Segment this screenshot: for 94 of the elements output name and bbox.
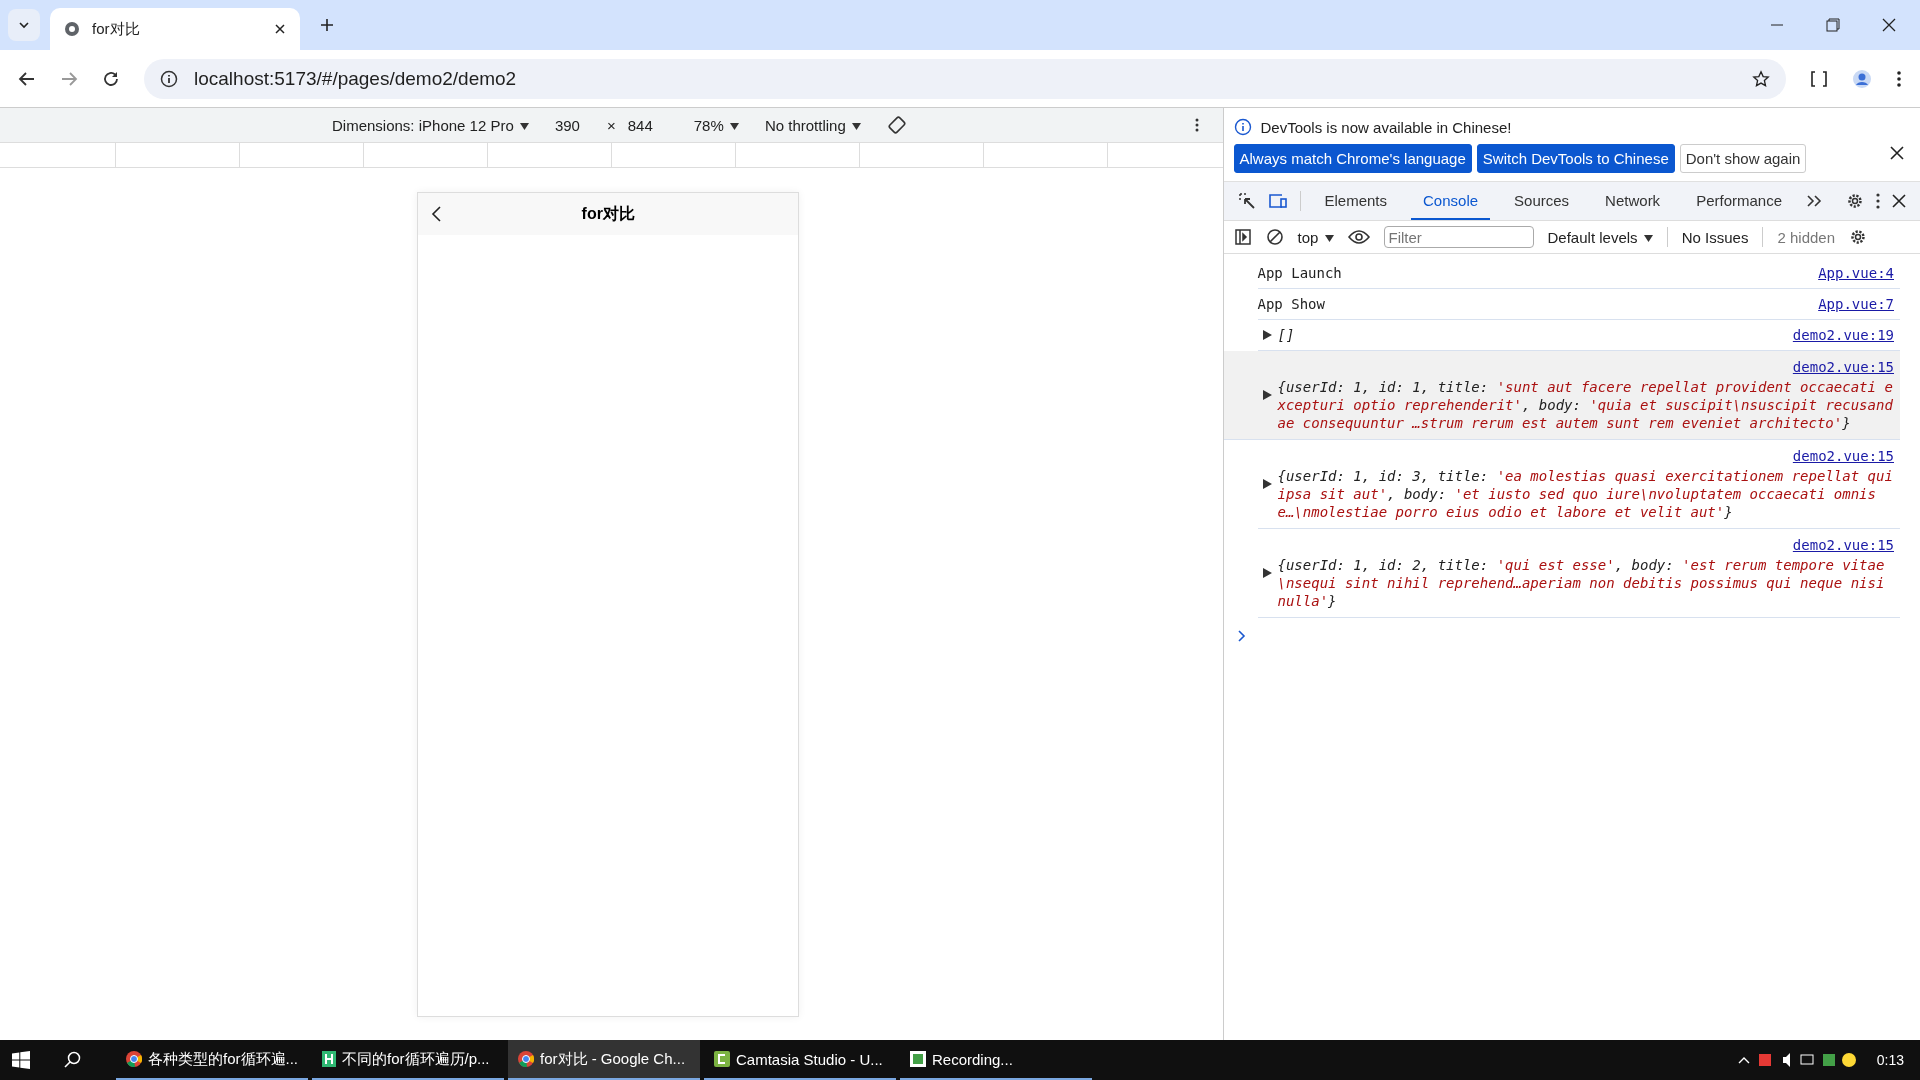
close-icon[interactable] — [1892, 194, 1906, 208]
devtools-tab[interactable]: Network — [1593, 182, 1673, 220]
log-line: nulla'} — [1277, 592, 1338, 610]
inspect-icon[interactable] — [1237, 192, 1256, 210]
height-field[interactable]: 844 — [627, 116, 668, 134]
context-dropdown[interactable]: top — [1297, 228, 1334, 246]
zoom-dropdown[interactable]: 78% — [693, 116, 739, 134]
back-icon[interactable] — [430, 205, 443, 223]
notice-text: DevTools is now available in Chinese! — [1260, 118, 1512, 136]
expand-icon[interactable] — [1262, 390, 1272, 400]
page-title: for对比 — [581, 203, 635, 224]
throttling-dropdown[interactable]: No throttling — [764, 116, 861, 134]
source-link[interactable]: App.vue:4 — [1818, 265, 1894, 281]
times-sign: × — [606, 116, 616, 134]
settings-icon[interactable] — [1849, 228, 1867, 246]
settings-icon[interactable] — [1846, 192, 1864, 210]
filter-field[interactable]: Filter — [1383, 226, 1534, 248]
taskbar-item[interactable]: Camtasia Studio - U... — [704, 1040, 896, 1080]
notice-button[interactable]: Always match Chrome's language — [1233, 144, 1472, 173]
width-field[interactable]: 390 — [554, 116, 595, 134]
rotate-icon[interactable] — [886, 115, 907, 135]
prompt-icon[interactable] — [1237, 630, 1246, 642]
log-line: [] — [1277, 327, 1296, 343]
levels-dropdown[interactable]: Default levels — [1547, 228, 1653, 246]
info-icon — [160, 69, 178, 88]
restore-icon[interactable] — [1826, 18, 1840, 32]
profile-icon[interactable] — [1852, 68, 1872, 89]
source-link[interactable]: demo2.vue:19 — [1792, 327, 1894, 343]
log-line: {userId: 1, id: 3, title: 'ea molestias quasi exercitationem repellat qui — [1277, 467, 1894, 485]
log-line: ipsa sit aut', body: 'et iusto sed quo iure\nvoluptatem occaecati omnis — [1277, 485, 1877, 503]
source-link[interactable]: demo2.vue:15 — [1792, 358, 1894, 376]
caret-icon — [729, 123, 739, 131]
caret-icon — [851, 123, 861, 131]
caret-icon — [1324, 235, 1334, 243]
taskbar-item[interactable]: Recording... — [900, 1040, 1092, 1080]
info-icon — [1233, 118, 1252, 136]
star-icon[interactable] — [1752, 69, 1770, 88]
chevron-icon — [18, 19, 30, 31]
expand-icon[interactable] — [1262, 479, 1272, 489]
taskbar-item[interactable]: 各种类型的for循环遍... — [116, 1040, 308, 1080]
more-icon[interactable] — [1876, 193, 1880, 209]
log-line: {userId: 1, id: 2, title: 'qui est esse', body: 'est rerum tempore vitae — [1277, 556, 1886, 574]
eye-icon[interactable] — [1347, 230, 1370, 244]
more-tabs-icon[interactable] — [1806, 194, 1822, 208]
forward-icon[interactable] — [60, 69, 78, 88]
recorder-icon — [910, 1051, 926, 1067]
app-logo-icon — [714, 1051, 730, 1067]
back-icon[interactable] — [18, 69, 36, 88]
log-line: ae consequuntur …strum rerum est autem sunt rem eveniet architecto'} — [1277, 414, 1852, 432]
clock[interactable]: 0:13 — [1876, 1052, 1904, 1068]
close-icon[interactable] — [274, 23, 286, 35]
log-line: \nsequi sint nihil reprehend…aperiam non debitis possimus qui neque nisi — [1277, 574, 1886, 592]
hidden-count: 2 hidden — [1777, 228, 1835, 246]
source-link[interactable]: App.vue:7 — [1818, 296, 1894, 312]
devtools-tab[interactable]: Sources — [1502, 182, 1582, 220]
issues-label[interactable]: No Issues — [1681, 228, 1749, 246]
taskbar-item[interactable]: 不同的for循环遍历/p... — [312, 1040, 504, 1080]
log-line: e…\nmolestiae porro eius odio et labore et velit aut'} — [1277, 503, 1734, 521]
menu-icon[interactable] — [1896, 69, 1902, 88]
reload-icon[interactable] — [102, 69, 120, 88]
log-line: App Show — [1257, 296, 1326, 312]
devtools-tab[interactable]: Elements — [1312, 182, 1400, 220]
expand-icon[interactable] — [1262, 330, 1272, 340]
browser-logo-icon — [126, 1051, 142, 1067]
close-icon[interactable] — [1890, 146, 1904, 160]
log-line: App Launch — [1257, 265, 1343, 281]
close-icon[interactable] — [1882, 18, 1896, 32]
sidebar-toggle-icon[interactable] — [1233, 228, 1252, 246]
browser-tab[interactable]: for对比 — [50, 8, 300, 50]
log-line: xcepturi optio reprehenderit', body: 'quia et suscipit\nsuscipit recusand — [1277, 396, 1894, 414]
h-logo-icon — [322, 1051, 336, 1067]
sidebar-icon[interactable] — [1810, 69, 1828, 88]
clear-icon[interactable] — [1265, 228, 1284, 246]
windows-logo-icon[interactable] — [12, 1051, 30, 1069]
device-toggle-icon[interactable] — [1267, 192, 1288, 210]
more-icon[interactable] — [1194, 118, 1199, 132]
caret-icon — [1643, 235, 1653, 243]
browser-logo-icon — [518, 1051, 534, 1067]
expand-icon[interactable] — [1262, 568, 1272, 578]
devtools-tab[interactable]: Console — [1411, 182, 1491, 220]
notice-button[interactable]: Switch DevTools to Chinese — [1476, 144, 1675, 173]
log-line: {userId: 1, id: 1, title: 'sunt aut facere repellat provident occaecati e — [1277, 378, 1894, 396]
address-field[interactable]: localhost:5173/#/pages/demo2/demo2 — [144, 58, 1786, 99]
notice-button[interactable]: Don't show again — [1679, 144, 1807, 173]
device-dropdown[interactable]: Dimensions: iPhone 12 Pro — [332, 116, 529, 134]
tab-search-button[interactable] — [8, 9, 40, 41]
source-link[interactable]: demo2.vue:15 — [1792, 447, 1894, 465]
source-link[interactable]: demo2.vue:15 — [1792, 536, 1894, 554]
devtools-tab[interactable]: Performance — [1684, 182, 1794, 220]
taskbar-item[interactable]: for对比 - Google Ch... — [508, 1040, 700, 1080]
search-icon[interactable] — [64, 1051, 82, 1069]
new-tab-icon[interactable] — [320, 18, 334, 32]
tray-icons[interactable] — [1736, 1051, 1857, 1069]
caret-icon — [519, 123, 529, 131]
